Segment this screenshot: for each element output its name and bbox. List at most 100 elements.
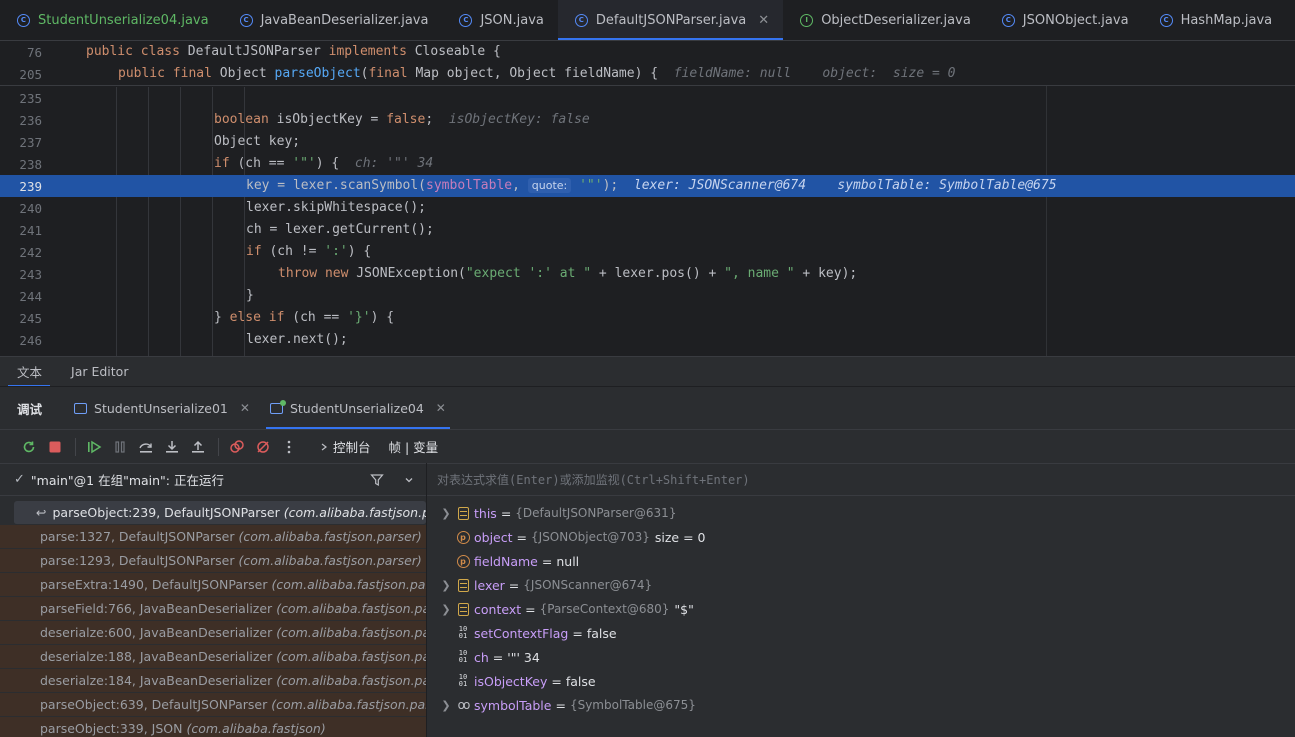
mute-breakpoints-icon[interactable] [251, 435, 275, 459]
variable-row[interactable]: p fieldName = null [427, 549, 1295, 573]
equals-sign: = [516, 529, 528, 545]
line-number[interactable]: 242 [0, 245, 42, 260]
app-window-icon [269, 399, 286, 414]
code-text: ch = lexer.getCurrent(); [246, 219, 434, 241]
line-number[interactable]: 205 [0, 67, 42, 82]
editor-tab[interactable]: C JSONObject.java [985, 0, 1143, 40]
chevron-right-icon[interactable]: ❯ [437, 699, 455, 712]
step-into-icon[interactable] [160, 435, 184, 459]
close-icon[interactable]: ✕ [436, 401, 446, 415]
editor-tab-label: JSONObject.java [1022, 12, 1129, 28]
step-out-icon[interactable] [186, 435, 210, 459]
variable-row[interactable]: 10 01 ch = '"' 34 [427, 645, 1295, 669]
stack-frame[interactable]: parse:1293, DefaultJSONParser (com.alibab… [0, 549, 426, 573]
stack-frame[interactable]: parseObject:639, DefaultJSONParser (com.a… [0, 693, 426, 717]
console-tab[interactable]: 控制台 [321, 437, 371, 456]
line-number[interactable]: 241 [0, 223, 42, 238]
line-number[interactable]: 238 [0, 157, 42, 172]
close-icon[interactable]: ✕ [758, 13, 769, 28]
line-number[interactable]: 245 [0, 311, 42, 326]
close-icon[interactable]: ✕ [240, 401, 250, 415]
stack-frame[interactable]: parseField:766, JavaBeanDeserializer (com… [0, 597, 426, 621]
class-icon: C [17, 13, 30, 27]
code-token: isObjectKey = [276, 112, 387, 127]
editor-tab[interactable]: C StudentUnserialize04.java [0, 0, 223, 40]
variable-row[interactable]: ❯ context = {ParseContext@680} "$" [427, 597, 1295, 621]
variable-name: isObjectKey [474, 673, 548, 689]
stack-frame-method: deserialze:188, JavaBeanDeserializer [40, 649, 273, 664]
code-editor[interactable]: 76 public class DefaultJSONParser impleme… [0, 41, 1295, 356]
line-number[interactable]: 237 [0, 135, 42, 150]
stack-frame[interactable]: ↩ parseObject:239, DefaultJSONParser (com.… [14, 501, 426, 525]
variable-row[interactable]: ❯ oo symbolTable = {SymbolTable@675} [427, 693, 1295, 717]
pause-icon[interactable] [108, 435, 132, 459]
editor-tab[interactable]: C JSON.java [442, 0, 557, 40]
step-over-icon[interactable] [134, 435, 158, 459]
debug-session-tab[interactable]: StudentUnserialize04 ✕ [260, 387, 456, 429]
filter-icon[interactable] [370, 473, 384, 487]
stack-frame[interactable]: deserialze:600, JavaBeanDeserializer (com… [0, 621, 426, 645]
view-breakpoints-icon[interactable] [225, 435, 249, 459]
line-number[interactable]: 235 [0, 91, 42, 106]
toolbar-separator [218, 437, 219, 456]
console-tab-label: 控制台 [333, 440, 371, 455]
line-number[interactable]: 244 [0, 289, 42, 304]
variable-type: {DefaultJSONParser@631} [515, 506, 677, 520]
editor-tab[interactable]: C DefaultJSONParser.java ✕ [557, 0, 784, 40]
editor-tab[interactable]: I ObjectDeserializer.java [783, 0, 985, 40]
code-token: } [246, 288, 254, 303]
variable-name: ch [474, 649, 489, 665]
resume-icon[interactable] [82, 435, 106, 459]
equals-sign: = [508, 577, 520, 593]
primitive-icon: 10 01 [458, 625, 468, 640]
stack-frame[interactable]: parseObject:339, JSON (com.alibaba.fastjs… [0, 717, 426, 737]
variable-row[interactable]: 10 01 isObjectKey = false [427, 669, 1295, 693]
more-options-icon[interactable] [277, 435, 301, 459]
variable-row[interactable]: ❯ lexer = {JSONScanner@674} [427, 573, 1295, 597]
editor-tab[interactable]: C JavaBeanDeserializer.java [223, 0, 443, 40]
editor-tab[interactable]: CJSO [1286, 0, 1295, 40]
parameter-hint: quote: [527, 178, 572, 193]
code-token: JSONException( [356, 266, 466, 281]
frames-variables-tab[interactable]: 帧 | 变量 [389, 437, 439, 456]
stack-frame[interactable]: parseExtra:1490, DefaultJSONParser (com.a… [0, 573, 426, 597]
code-token: if [214, 156, 238, 171]
line-number[interactable]: 240 [0, 201, 42, 216]
stack-frame[interactable]: parse:1327, DefaultJSONParser (com.alibab… [0, 525, 426, 549]
stack-frame[interactable]: deserialze:184, JavaBeanDeserializer (com… [0, 669, 426, 693]
line-number[interactable]: 239 [0, 179, 42, 194]
chevron-right-icon[interactable]: ❯ [437, 507, 455, 520]
bottom-tab[interactable]: Jar Editor [54, 357, 140, 387]
stack-frame-package: (com.alibaba.fastjson) [186, 721, 326, 736]
line-number[interactable]: 236 [0, 113, 42, 128]
editor-tab[interactable]: C HashMap.java [1143, 0, 1287, 40]
line-number[interactable]: 76 [0, 45, 42, 60]
rerun-icon[interactable] [17, 435, 41, 459]
code-token: "expect ':' at " [465, 266, 592, 281]
line-number[interactable]: 246 [0, 333, 42, 348]
variable-row[interactable]: ❯ this = {DefaultJSONParser@631} [427, 501, 1295, 525]
stack-frame[interactable]: deserialze:188, JavaBeanDeserializer (com… [0, 645, 426, 669]
code-token: (ch == [292, 310, 348, 325]
chevron-right-icon[interactable]: ❯ [437, 603, 455, 616]
bottom-tab[interactable]: 文本 [0, 357, 54, 387]
stop-icon[interactable] [43, 435, 67, 459]
return-arrow-icon: ↩ [36, 505, 47, 520]
stack-frame-package: (com.alibaba.fastjson.parser) [238, 553, 422, 568]
code-line: 241 ch = lexer.getCurrent(); [0, 219, 1295, 241]
chevron-right-icon[interactable]: ❯ [437, 579, 455, 592]
chevron-down-icon[interactable] [404, 475, 414, 485]
debug-session-tab[interactable]: StudentUnserialize01 ✕ [64, 387, 260, 429]
line-number[interactable]: 243 [0, 267, 42, 282]
thread-selector[interactable]: ✓ "main"@1 在组"main": 正在运行 [0, 463, 426, 496]
evaluate-expression-field[interactable]: 对表达式求值(Enter)或添加监视(Ctrl+Shift+Enter) [427, 463, 1295, 496]
variable-row[interactable]: p object = {JSONObject@703} size = 0 [427, 525, 1295, 549]
sticky-line: 76 public class DefaultJSONParser impleme… [0, 41, 1295, 63]
code-token: ) { [347, 244, 372, 259]
toolbar-separator [75, 437, 76, 456]
debug-header: 调试 StudentUnserialize01 ✕ StudentUnseriali… [0, 387, 1295, 429]
editor-tab-label: JavaBeanDeserializer.java [260, 12, 429, 28]
debug-session-tabs: StudentUnserialize01 ✕ StudentUnserialize0… [64, 387, 456, 429]
editor-tab-bar: C StudentUnserialize04.java C JavaBeanDeser… [0, 0, 1295, 41]
variable-row[interactable]: 10 01 setContextFlag = false [427, 621, 1295, 645]
